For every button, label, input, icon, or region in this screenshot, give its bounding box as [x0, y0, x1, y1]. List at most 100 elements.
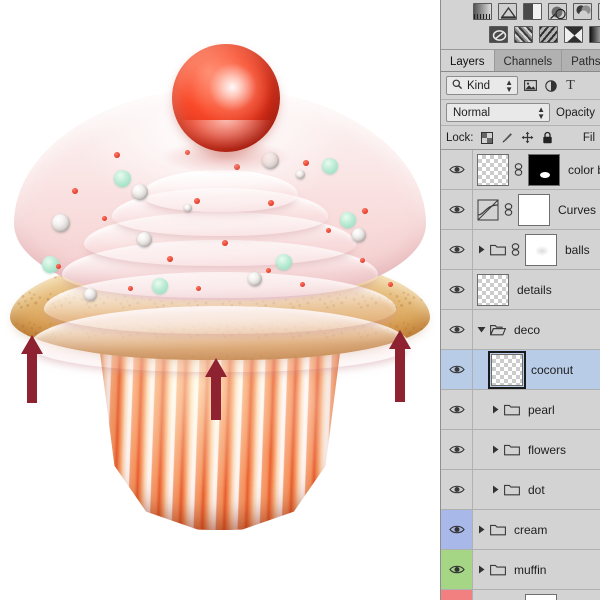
photo-filter-icon[interactable]: [514, 26, 533, 43]
lock-position-icon[interactable]: [521, 131, 534, 144]
layer-row-balls[interactable]: balls: [441, 230, 600, 270]
layer-row-body[interactable]: balls: [473, 230, 600, 269]
document-canvas[interactable]: [0, 0, 440, 600]
layer-thumbnail[interactable]: [477, 153, 509, 186]
chevron-right-icon[interactable]: [491, 485, 500, 494]
levels-icon[interactable]: [473, 3, 492, 20]
eye-icon[interactable]: [448, 564, 465, 575]
layers-list[interactable]: color b Curves balls details deco coconut pear…: [441, 150, 600, 600]
layer-row-flowers[interactable]: flowers: [441, 430, 600, 470]
tab-paths[interactable]: Paths: [562, 50, 600, 71]
exposure-icon[interactable]: [523, 3, 542, 20]
tab-channels[interactable]: Channels: [494, 50, 563, 71]
layer-visibility-toggle[interactable]: [441, 470, 473, 509]
chevron-right-icon[interactable]: [491, 445, 500, 454]
adjustments-row-2[interactable]: [489, 26, 600, 43]
layers-panel[interactable]: Layers Channels Paths Kind ▲ ▼ T Normal …: [440, 0, 600, 600]
invert-icon[interactable]: [564, 26, 583, 43]
layer-row-curves[interactable]: Curves: [441, 190, 600, 230]
layer-visibility-toggle[interactable]: [441, 590, 473, 600]
chevron-right-icon[interactable]: [491, 405, 500, 414]
eye-icon[interactable]: [448, 324, 465, 335]
layer-visibility-toggle[interactable]: [441, 390, 473, 429]
layer-mask-thumbnail[interactable]: [525, 233, 557, 266]
layer-row-muffin[interactable]: muffin: [441, 550, 600, 590]
eye-icon[interactable]: [448, 364, 465, 375]
gradient-map-icon[interactable]: [589, 26, 600, 43]
filter-adjustment-icon[interactable]: [543, 78, 558, 93]
sugar-pearl: [352, 228, 366, 242]
layer-visibility-toggle[interactable]: [441, 150, 473, 189]
layer-mask-thumbnail[interactable]: [525, 593, 557, 600]
layer-row-body[interactable]: color b: [473, 150, 600, 189]
chevron-updown-icon[interactable]: ▲ ▼: [537, 105, 547, 120]
filter-kind-select[interactable]: Kind ▲ ▼: [446, 76, 518, 95]
layer-row-body[interactable]: Curves: [473, 190, 600, 229]
vibrance-icon[interactable]: [548, 3, 567, 20]
layer-thumbnail[interactable]: [488, 350, 526, 389]
layer-row-body[interactable]: pearl: [473, 390, 600, 429]
chevron-right-icon[interactable]: [477, 525, 486, 534]
chevron-updown-icon[interactable]: ▲ ▼: [505, 78, 515, 93]
lock-image-pixels-icon[interactable]: [501, 131, 514, 144]
layer-visibility-toggle[interactable]: [441, 430, 473, 469]
tab-layers[interactable]: Layers: [441, 50, 495, 71]
layer-visibility-toggle[interactable]: [441, 310, 473, 349]
layer-row-body[interactable]: flowers: [473, 430, 600, 469]
link-mask-icon[interactable]: [513, 163, 524, 176]
layer-row-body[interactable]: cream: [473, 510, 600, 549]
layer-row-details[interactable]: details: [441, 270, 600, 310]
eye-icon[interactable]: [448, 204, 465, 215]
layer-filter-row[interactable]: Kind ▲ ▼ T: [441, 72, 600, 100]
blend-mode-row[interactable]: Normal ▲ ▼ Opacity: [441, 100, 600, 126]
eye-icon[interactable]: [448, 284, 465, 295]
layer-visibility-toggle[interactable]: [441, 270, 473, 309]
layer-visibility-toggle[interactable]: [441, 230, 473, 269]
layer-visibility-toggle[interactable]: [441, 510, 473, 549]
layer-row-cream[interactable]: cream: [441, 510, 600, 550]
curves-adjustment-thumbnail[interactable]: [477, 199, 499, 221]
adjustments-panel[interactable]: [441, 0, 600, 50]
eye-icon[interactable]: [448, 404, 465, 415]
eye-icon[interactable]: [448, 244, 465, 255]
link-mask-icon[interactable]: [503, 203, 514, 216]
layer-row-body[interactable]: coconut: [473, 350, 600, 389]
link-mask-icon[interactable]: [510, 243, 521, 256]
layer-row-coconut[interactable]: coconut: [441, 350, 600, 390]
eye-icon[interactable]: [448, 164, 465, 175]
layer-mask-thumbnail[interactable]: [528, 153, 560, 186]
curves-icon[interactable]: [498, 3, 517, 20]
layer-row-pearl[interactable]: pearl: [441, 390, 600, 430]
layer-row-body[interactable]: deco: [473, 310, 600, 349]
layer-row-deco[interactable]: deco: [441, 310, 600, 350]
layer-thumbnail[interactable]: [477, 273, 509, 306]
layer-row-body[interactable]: details: [473, 270, 600, 309]
chevron-right-icon[interactable]: [477, 565, 486, 574]
chevron-right-icon[interactable]: [477, 245, 486, 254]
layer-row-body[interactable]: dot: [473, 470, 600, 509]
adjustments-row-1[interactable]: [473, 3, 600, 20]
black-and-white-icon[interactable]: [489, 26, 508, 43]
layer-visibility-toggle[interactable]: [441, 350, 473, 389]
filter-type-icon[interactable]: T: [563, 78, 578, 93]
layer-row-body[interactable]: base: [473, 590, 600, 600]
eye-icon[interactable]: [448, 444, 465, 455]
lock-all-icon[interactable]: [541, 131, 554, 144]
layer-mask-thumbnail[interactable]: [518, 193, 550, 226]
layer-row-body[interactable]: muffin: [473, 550, 600, 589]
hue-saturation-icon[interactable]: [573, 3, 592, 20]
blend-mode-select[interactable]: Normal ▲ ▼: [446, 103, 550, 122]
lock-row[interactable]: Lock: Fil: [441, 126, 600, 150]
layer-visibility-toggle[interactable]: [441, 550, 473, 589]
eye-icon[interactable]: [448, 524, 465, 535]
layer-row-base[interactable]: base: [441, 590, 600, 600]
eye-icon[interactable]: [448, 484, 465, 495]
chevron-down-icon[interactable]: [477, 325, 486, 334]
layer-row-color-b[interactable]: color b: [441, 150, 600, 190]
layer-visibility-toggle[interactable]: [441, 190, 473, 229]
channel-mixer-icon[interactable]: [539, 26, 558, 43]
lock-transparent-pixels-icon[interactable]: [481, 131, 494, 144]
filter-pixel-icon[interactable]: [523, 78, 538, 93]
layer-row-dot[interactable]: dot: [441, 470, 600, 510]
panel-tabs[interactable]: Layers Channels Paths: [441, 50, 600, 72]
